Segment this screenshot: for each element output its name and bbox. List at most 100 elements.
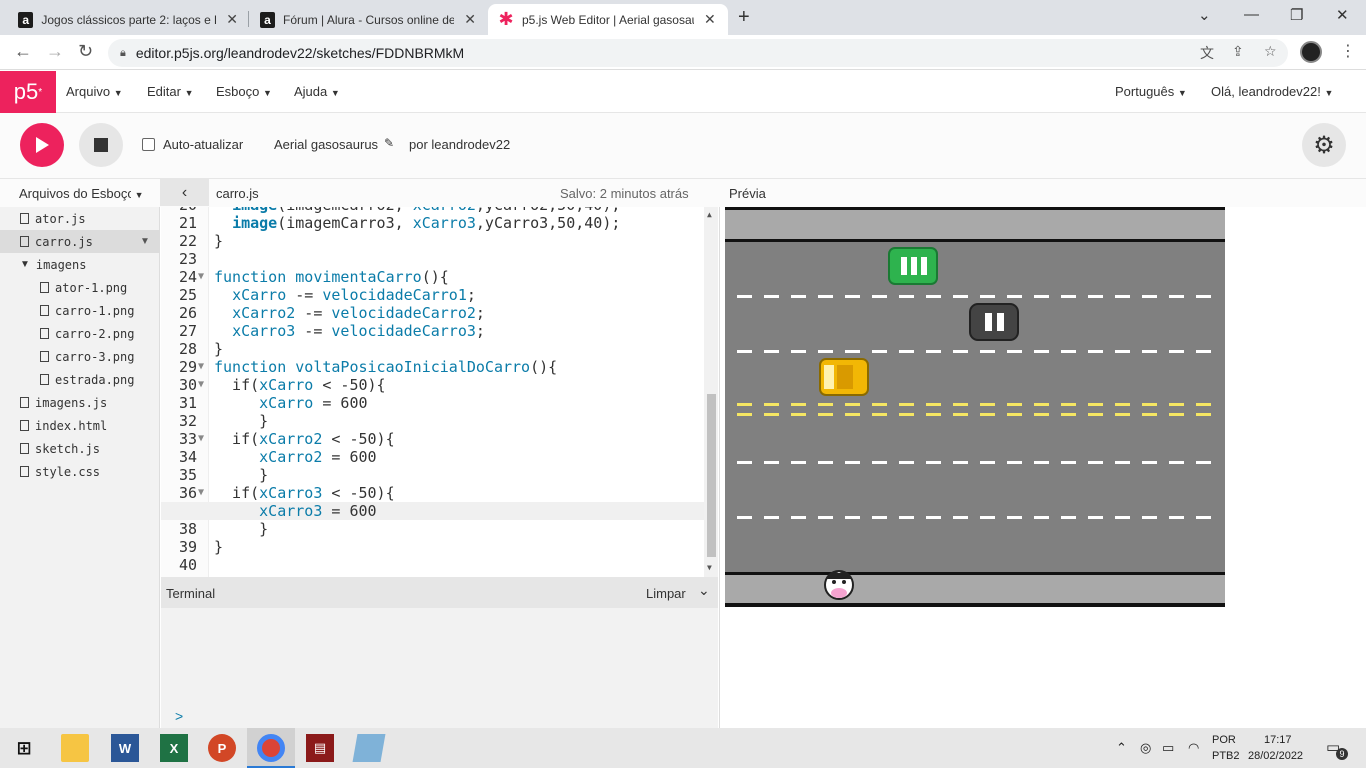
browser-tab-1[interactable]: a Jogos clássicos parte 2: laços e lis ✕: [8, 4, 248, 35]
wifi-icon[interactable]: ◠: [1188, 740, 1199, 756]
battery-icon[interactable]: ▭: [1162, 740, 1174, 756]
word-icon[interactable]: W: [111, 734, 139, 762]
chevron-up-icon[interactable]: ⌃: [1116, 740, 1127, 756]
pencil-icon[interactable]: ✎: [384, 136, 394, 150]
file-label: ator-1.png: [55, 280, 128, 295]
reload-icon[interactable]: ↻: [78, 41, 93, 62]
settings-button[interactable]: ⚙: [1302, 123, 1346, 167]
fold-caret-icon[interactable]: ▼: [198, 361, 204, 372]
winrar-icon[interactable]: ▤: [306, 734, 334, 762]
lane-dash: [1007, 461, 1022, 464]
menu-editar[interactable]: Editar ▼: [147, 84, 194, 99]
chrome-icon[interactable]: [257, 734, 285, 762]
sketch-canvas[interactable]: [725, 207, 1225, 607]
file-options-icon[interactable]: ▼: [140, 236, 150, 247]
collapse-sidebar-button[interactable]: ‹: [160, 179, 209, 206]
forward-arrow-icon[interactable]: →: [46, 41, 64, 62]
translate-icon[interactable]: 文: [1200, 43, 1214, 63]
lane-dash: [845, 461, 860, 464]
lane-dash: [1034, 413, 1049, 416]
new-tab-plus-icon[interactable]: +: [738, 6, 750, 29]
sketch-files-toggle[interactable]: Arquivos do Esboço ▼: [19, 186, 144, 201]
share-icon[interactable]: ⇪: [1232, 43, 1244, 60]
auto-refresh-checkbox[interactable]: [142, 138, 155, 151]
sidebar-file[interactable]: carro-2.png: [0, 322, 160, 345]
chevron-down-icon[interactable]: ⌄: [698, 582, 710, 599]
fold-caret-icon[interactable]: ▼: [198, 271, 204, 282]
sidebar-file[interactable]: estrada.png: [0, 368, 160, 391]
file-explorer-icon[interactable]: [61, 734, 89, 762]
lane-dash: [1169, 516, 1184, 519]
scrollbar-thumb[interactable]: [707, 394, 716, 557]
lane-dash: [764, 461, 779, 464]
browser-tab-2[interactable]: a Fórum | Alura - Cursos online de ✕: [250, 4, 486, 35]
bookmark-star-icon[interactable]: ☆: [1264, 43, 1277, 60]
sidebar-file[interactable]: ator-1.png: [0, 276, 160, 299]
stop-button[interactable]: [79, 123, 123, 167]
code-editor[interactable]: 2021222324▼2526272829▼30▼313233▼343536▼3…: [161, 207, 718, 577]
sidebar-file[interactable]: carro-3.png: [0, 345, 160, 368]
close-icon[interactable]: ✕: [704, 11, 716, 28]
fold-caret-icon[interactable]: ▼: [198, 379, 204, 390]
user-menu[interactable]: Olá, leandrodev22! ▼: [1211, 84, 1333, 99]
terminal-clear-button[interactable]: Limpar: [646, 586, 686, 601]
fold-caret-icon[interactable]: ▼: [198, 433, 204, 444]
caret-down-icon: ▼: [1324, 88, 1334, 98]
url-input[interactable]: 🔒︎ editor.p5js.org/leandrodev22/sketches…: [108, 39, 1288, 67]
clock-date[interactable]: 28/02/2022: [1248, 750, 1303, 762]
sidebar-file[interactable]: style.css: [0, 460, 160, 483]
code-line: if(xCarro3 < -50){: [214, 484, 395, 502]
menu-esboco[interactable]: Esboço ▼: [216, 84, 272, 99]
back-arrow-icon[interactable]: ←: [14, 41, 32, 62]
meet-now-icon[interactable]: ◎: [1140, 740, 1151, 756]
sidebar-file[interactable]: imagens.js: [0, 391, 160, 414]
scroll-down-icon[interactable]: ▼: [707, 563, 712, 572]
preview-pane: [719, 207, 1366, 728]
lane-dash: [818, 350, 833, 353]
caret-down-icon: ▼: [184, 88, 194, 98]
fold-caret-icon[interactable]: ▼: [198, 487, 204, 498]
line-number: 39: [178, 538, 197, 556]
sidebar-file[interactable]: sketch.js: [0, 437, 160, 460]
windows-start-icon[interactable]: ⊞: [10, 734, 38, 762]
code-line: image(imagemCarro3, xCarro3,yCarro3,50,4…: [232, 214, 621, 232]
tab-search-chevron-icon[interactable]: ⌄: [1198, 6, 1211, 24]
language-menu[interactable]: Português ▼: [1115, 84, 1187, 99]
sidebar-file[interactable]: ator.js: [0, 207, 160, 230]
profile-avatar[interactable]: [1300, 41, 1322, 63]
close-icon[interactable]: ✕: [226, 11, 238, 28]
open-file-tab[interactable]: carro.js: [216, 186, 259, 201]
lane-dash: [1115, 516, 1130, 519]
code-line: }: [214, 520, 269, 538]
lane-dash: [926, 413, 941, 416]
kebab-menu-icon[interactable]: ⋮: [1340, 41, 1356, 61]
sketch-name[interactable]: Aerial gasosaurus: [274, 137, 378, 152]
p5-logo[interactable]: p5 *: [0, 71, 56, 113]
terminal-header: Terminal Limpar ⌄: [161, 577, 718, 608]
sidebar-folder[interactable]: ▼ imagens: [0, 253, 160, 276]
close-icon[interactable]: ✕: [464, 11, 476, 28]
sidebar-file[interactable]: carro-1.png: [0, 299, 160, 322]
browser-tab-3-active[interactable]: ✱ p5.js Web Editor | Aerial gasosaur ✕: [488, 4, 728, 35]
editor-scrollbar[interactable]: ▲ ▼: [704, 207, 718, 577]
sidebar-file[interactable]: index.html: [0, 414, 160, 437]
restore-icon[interactable]: ❐: [1290, 6, 1303, 24]
play-button[interactable]: [20, 123, 64, 167]
close-window-icon[interactable]: ✕: [1336, 6, 1349, 24]
file-label: style.css: [35, 464, 101, 479]
excel-icon[interactable]: X: [160, 734, 188, 762]
lane-dash: [1142, 413, 1157, 416]
terminal-console[interactable]: >: [161, 608, 718, 728]
minimize-icon[interactable]: —: [1244, 6, 1259, 23]
road: [725, 242, 1225, 572]
input-language[interactable]: POR: [1212, 734, 1236, 746]
notepad-icon[interactable]: [352, 734, 386, 762]
scroll-up-icon[interactable]: ▲: [707, 210, 712, 219]
powerpoint-icon[interactable]: P: [208, 734, 236, 762]
clock-time[interactable]: 17:17: [1264, 734, 1292, 746]
keyboard-layout[interactable]: PTB2: [1212, 750, 1240, 762]
menu-ajuda[interactable]: Ajuda ▼: [294, 84, 340, 99]
menu-arquivo[interactable]: Arquivo ▼: [66, 84, 123, 99]
lane-dash: [1196, 295, 1211, 298]
sidebar-file[interactable]: carro.js ▼: [0, 230, 160, 253]
